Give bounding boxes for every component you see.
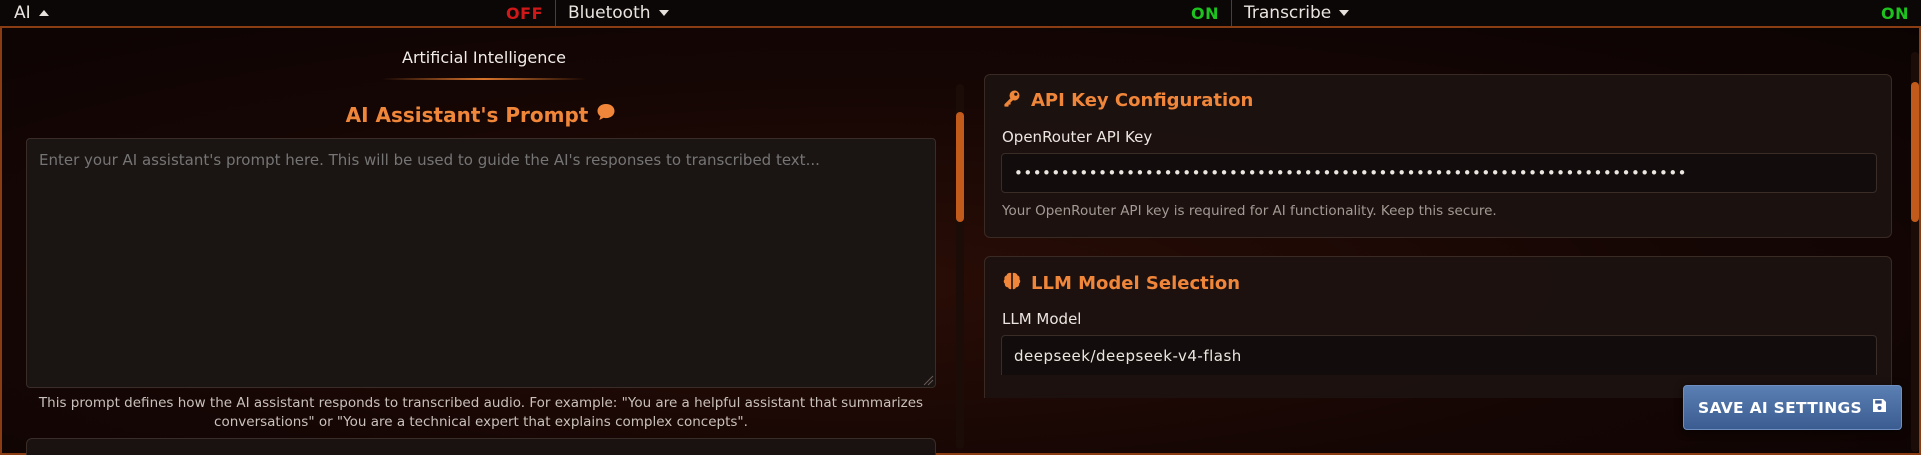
llm-model-card: LLM Model Selection LLM Model deepseek/d…	[984, 256, 1892, 398]
ai-dropdown[interactable]: AI	[14, 3, 49, 23]
chevron-down-icon	[658, 10, 669, 16]
prompt-textarea[interactable]	[26, 138, 936, 388]
tab-underline	[382, 78, 586, 80]
llm-model-card-title: LLM Model Selection	[1003, 271, 1240, 296]
ai-toggle-segment[interactable]: AI OFF	[0, 0, 556, 26]
right-scrollbar-thumb[interactable]	[1911, 82, 1919, 222]
next-section-card	[26, 438, 936, 455]
api-key-card-title-text: API Key Configuration	[1031, 90, 1254, 111]
prompt-help-line-1: This prompt defines how the AI assistant…	[38, 395, 924, 411]
llm-model-card-title-text: LLM Model Selection	[1031, 273, 1241, 294]
prompt-help-text: This prompt defines how the AI assistant…	[26, 394, 936, 432]
key-icon	[1003, 89, 1021, 112]
llm-model-select[interactable]: deepseek/deepseek-v4-flash	[1001, 335, 1877, 375]
left-scrollbar[interactable]	[956, 84, 964, 449]
api-key-help: Your OpenRouter API key is required for …	[1002, 203, 1497, 219]
brain-icon	[1003, 271, 1021, 296]
speech-bubble-icon	[596, 102, 616, 127]
save-button-label: SAVE AI SETTINGS	[1698, 398, 1862, 417]
prompt-heading-text: AI Assistant's Prompt	[345, 102, 589, 127]
tab-artificial-intelligence[interactable]: Artificial Intelligence	[342, 48, 626, 81]
api-key-card: API Key Configuration OpenRouter API Key…	[984, 74, 1892, 238]
chevron-up-icon	[38, 10, 49, 16]
prompt-heading: AI Assistant's Prompt	[26, 102, 936, 127]
ai-settings-panel: Artificial Intelligence AI Assistant's P…	[0, 28, 1921, 455]
ai-status[interactable]: OFF	[506, 4, 543, 23]
llm-model-label: LLM Model	[1002, 310, 1082, 328]
api-key-card-title: API Key Configuration	[1003, 89, 1253, 112]
ai-label: AI	[14, 3, 31, 23]
bluetooth-status[interactable]: ON	[1191, 4, 1219, 23]
transcribe-toggle-segment[interactable]: Transcribe ON	[1232, 0, 1921, 26]
transcribe-status[interactable]: ON	[1881, 4, 1909, 23]
transcribe-dropdown[interactable]: Transcribe	[1244, 3, 1350, 23]
bluetooth-label: Bluetooth	[568, 3, 651, 23]
transcribe-label: Transcribe	[1244, 3, 1332, 23]
chevron-down-icon	[1339, 10, 1350, 16]
bluetooth-toggle-segment[interactable]: Bluetooth ON	[556, 0, 1232, 26]
top-status-bar: AI OFF Bluetooth ON Transcribe ON	[0, 0, 1921, 28]
api-key-input[interactable]: ••••••••••••••••••••••••••••••••••••••••…	[1001, 153, 1877, 193]
resize-handle-icon[interactable]	[922, 374, 934, 386]
save-ai-settings-button[interactable]: SAVE AI SETTINGS	[1683, 385, 1902, 430]
api-key-label: OpenRouter API Key	[1002, 128, 1153, 146]
left-scrollbar-thumb[interactable]	[956, 112, 964, 222]
bluetooth-dropdown[interactable]: Bluetooth	[568, 3, 669, 23]
floppy-disk-icon	[1872, 398, 1887, 417]
right-scrollbar[interactable]	[1911, 52, 1919, 452]
prompt-help-line-2: conversations" or "You are a technical e…	[214, 414, 748, 430]
